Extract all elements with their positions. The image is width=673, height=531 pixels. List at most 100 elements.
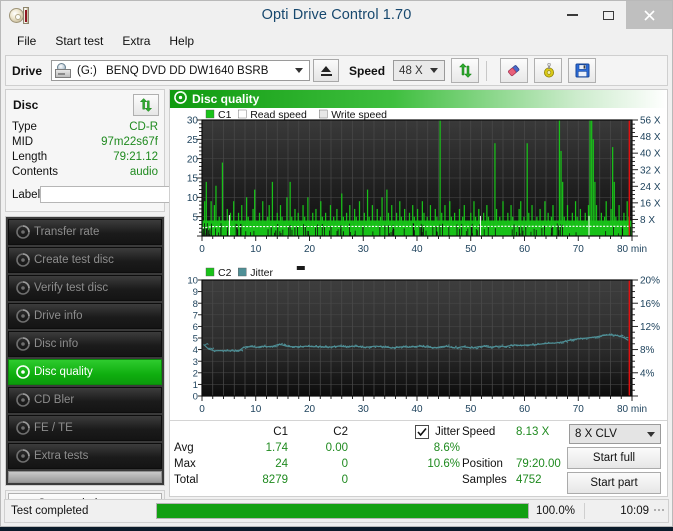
- disc-row-value: 79:21.12: [113, 150, 158, 165]
- disc-refresh-button[interactable]: [133, 94, 159, 116]
- eject-button[interactable]: [313, 59, 339, 82]
- svg-text:Jitter: Jitter: [250, 267, 273, 279]
- disc-icon: [12, 449, 34, 463]
- c1-chart[interactable]: C1 Read speed Write speed 5 10 15 20 25 30 8 X 16 …: [170, 108, 667, 260]
- maximize-icon[interactable]: [590, 1, 626, 29]
- svg-text:5: 5: [193, 334, 198, 345]
- svg-text:C1: C1: [218, 109, 232, 121]
- svg-text:40 X: 40 X: [640, 149, 661, 160]
- jitter-checkbox[interactable]: [415, 425, 429, 439]
- nav-filler: [8, 471, 162, 483]
- status-message: Test completed: [5, 505, 156, 517]
- stats-col-c2: C2: [288, 426, 348, 438]
- sidebar-item-disc-quality[interactable]: Disc quality: [8, 359, 162, 385]
- svg-text:20: 20: [187, 154, 199, 165]
- info-value: 4752: [516, 474, 542, 486]
- stats-col-c1: C1: [226, 426, 288, 438]
- resize-grip[interactable]: [649, 508, 668, 514]
- sidebar-item-label: Disc quality: [34, 366, 93, 378]
- drive-toolbar: Drive (G:) BENQ DVD DD DW1640 BSRB Speed…: [5, 55, 668, 86]
- speed-select[interactable]: 48 X: [393, 60, 445, 81]
- stats-row-c1: 24: [226, 458, 288, 470]
- svg-text:4%: 4%: [640, 368, 655, 379]
- svg-text:8: 8: [193, 299, 198, 310]
- test-actions: 8 X CLV Start full Start part: [567, 424, 663, 496]
- stats-row-c1: 1.74: [226, 442, 288, 454]
- sidebar-item-cd-bler[interactable]: CD Bler: [8, 387, 162, 413]
- disc-row-type: Type CD-R: [12, 120, 158, 135]
- jitter-toggle[interactable]: Jitter: [348, 425, 460, 439]
- close-icon[interactable]: [626, 1, 672, 29]
- sidebar-item-extra-tests[interactable]: Extra tests: [8, 443, 162, 469]
- svg-text:8 X: 8 X: [640, 215, 655, 226]
- info-row-speed: Speed 8.13 X: [462, 424, 567, 440]
- panel-title: Disc quality: [192, 92, 259, 106]
- write-strategy-value: 8 X CLV: [575, 428, 617, 440]
- menu-extra[interactable]: Extra: [113, 32, 160, 51]
- stats-row-c1: 8279: [226, 474, 288, 486]
- sidebar-item-verify-test-disc[interactable]: Verify test disc: [8, 275, 162, 301]
- test-nav-list: Transfer rate Create test disc Verify te…: [5, 216, 165, 486]
- drive-select[interactable]: (G:) BENQ DVD DD DW1640 BSRB: [51, 60, 310, 81]
- c2-jitter-chart[interactable]: C2 Jitter 1 2 3 4 5 6 7 8 9 10 0 4% 8% 12% 16% 20% 0 10 20 30…: [170, 260, 667, 420]
- write-strategy-select[interactable]: 8 X CLV: [569, 424, 661, 444]
- refresh-button[interactable]: [451, 58, 479, 83]
- settings-button[interactable]: [534, 58, 562, 83]
- svg-text:60: 60: [519, 404, 531, 415]
- sidebar-item-drive-info[interactable]: Drive info: [8, 303, 162, 329]
- status-bar: Test completed 100.0% 10:09: [4, 499, 669, 523]
- sidebar-item-fe-te[interactable]: FE / TE: [8, 415, 162, 441]
- info-key: Samples: [462, 474, 516, 486]
- svg-text:0: 0: [193, 392, 198, 403]
- disc-row-key: Type: [12, 120, 37, 135]
- error-stats-table: C1 C2 Jitter Avg 1.74 0.00 8.6% Max 24 0…: [174, 424, 460, 496]
- sidebar-item-transfer-rate[interactable]: Transfer rate: [8, 219, 162, 245]
- sidebar-item-label: Verify test disc: [34, 282, 108, 294]
- menu-help[interactable]: Help: [160, 32, 204, 51]
- minimize-icon[interactable]: [554, 1, 590, 29]
- svg-text:25: 25: [187, 135, 199, 146]
- sidebar-item-label: Drive info: [34, 310, 83, 322]
- save-button[interactable]: [568, 58, 596, 83]
- stats-header-row: C1 C2 Jitter: [174, 424, 460, 440]
- svg-text:16 X: 16 X: [640, 198, 661, 209]
- title-bar: Opti Drive Control 1.70: [1, 1, 672, 30]
- speed-value: 48 X: [399, 65, 423, 77]
- stats-row-key: Total: [174, 474, 226, 486]
- sidebar-item-label: Disc info: [34, 338, 78, 350]
- disc-row-length: Length 79:21.12: [12, 150, 158, 165]
- c1-chart-svg: C1 Read speed Write speed510152025308 X16 …: [170, 108, 670, 260]
- svg-text:C2: C2: [218, 267, 232, 279]
- svg-text:Write speed: Write speed: [331, 109, 387, 121]
- start-full-button[interactable]: Start full: [567, 447, 661, 469]
- erase-button[interactable]: [500, 58, 528, 83]
- progress-bar: [156, 503, 529, 519]
- table-row: Avg 1.74 0.00 8.6%: [174, 440, 460, 456]
- disc-row-value: CD-R: [129, 120, 158, 135]
- stats-row-jitter: 10.6%: [348, 458, 460, 470]
- table-row: Max 24 0 10.6%: [174, 456, 460, 472]
- svg-text:30: 30: [187, 116, 199, 127]
- svg-text:7: 7: [193, 310, 198, 321]
- sidebar-item-label: Create test disc: [34, 254, 114, 266]
- start-part-button[interactable]: Start part: [567, 472, 661, 494]
- sidebar-item-disc-info[interactable]: Disc info: [8, 331, 162, 357]
- disc-info-rows: Type CD-R MID 97m22s67f Length 79:21.12 …: [10, 120, 160, 206]
- svg-text:80 min: 80 min: [617, 404, 647, 415]
- svg-text:15: 15: [187, 174, 199, 185]
- svg-text:10: 10: [250, 404, 262, 415]
- menu-file[interactable]: File: [8, 32, 46, 51]
- svg-text:10: 10: [250, 244, 262, 255]
- menu-start-test[interactable]: Start test: [46, 32, 113, 51]
- disc-icon: [12, 309, 34, 323]
- disc-icon: [12, 225, 34, 239]
- disc-icon: [12, 421, 34, 435]
- svg-text:48 X: 48 X: [640, 132, 661, 143]
- svg-text:6: 6: [193, 322, 198, 333]
- svg-text:80 min: 80 min: [617, 244, 647, 255]
- app-window: Opti Drive Control 1.70 File Start test …: [0, 0, 673, 527]
- disc-icon: [12, 365, 34, 379]
- sidebar-item-create-test-disc[interactable]: Create test disc: [8, 247, 162, 273]
- stats-row-c2: 0: [288, 458, 348, 470]
- info-row-position: Position 79:20.00: [462, 456, 567, 472]
